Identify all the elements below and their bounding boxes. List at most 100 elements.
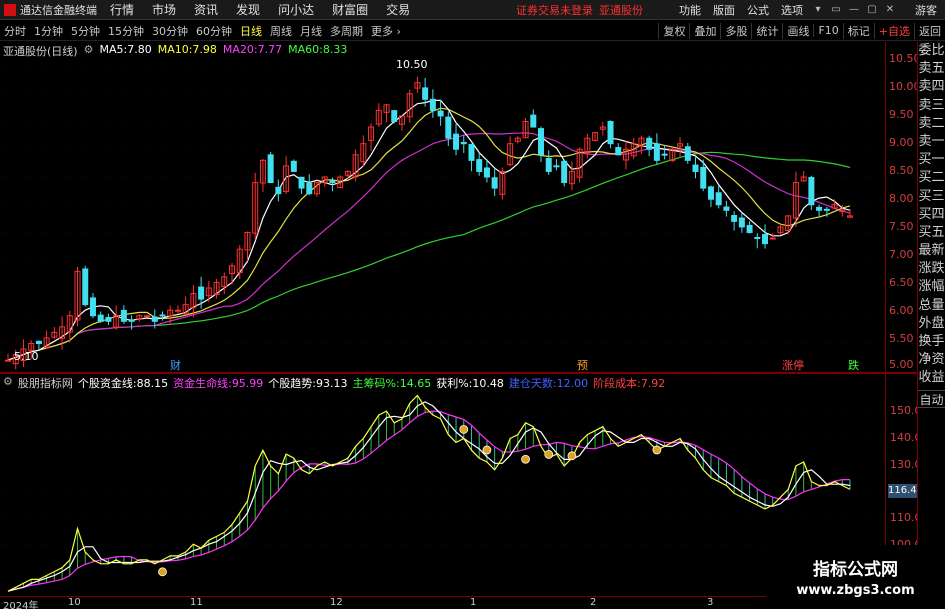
candle-down [429,98,436,111]
indicator-name: 股朋指标网 [17,377,73,390]
menu-right-item[interactable]: 公式 [741,2,775,18]
candle-down [545,158,552,172]
side-item[interactable]: 最新 [918,242,945,260]
side-item[interactable]: 卖二 [918,115,945,133]
price-label: 10.50 [889,52,921,65]
period-tab[interactable]: 分时 [0,23,30,39]
restore-icon[interactable]: ▭ [827,1,845,19]
candle-down [298,176,305,189]
indicator-chart[interactable] [0,374,885,596]
menu-right-item[interactable]: 选项 [775,2,809,18]
watermark-url: www.zbgs3.com [796,583,915,598]
side-item[interactable]: 涨幅 [918,278,945,296]
dropdown-icon[interactable]: ▾ [809,1,827,19]
toolbar-right-button[interactable]: F10 [813,24,842,37]
price-label: 5.50 [889,332,914,345]
toolbar-right-button[interactable]: 画线 [782,22,813,39]
ma60-value: 8.33 [322,43,348,56]
candle-down [561,160,568,184]
period-tab[interactable]: 月线 [296,23,326,39]
back-button[interactable]: 返回 [914,22,945,39]
side-item[interactable]: 收益 [918,369,945,387]
toolbar-right-button[interactable]: 复权 [658,22,689,39]
candle-down [762,234,769,245]
menu-right-item[interactable]: 功能 [673,2,707,18]
candle-down [460,141,467,145]
date-axis: 2024年 10 11 12 1 2 3 [0,596,885,609]
side-item[interactable]: 卖三 [918,97,945,115]
date-label: 1 [470,597,477,608]
candle-up [769,237,776,240]
money-bag-icon [459,424,469,434]
period-tab[interactable]: 周线 [266,23,296,39]
main-chart-legend: 亚通股份(日线) ⚙ MA5:7.80 MA10:7.98 MA20:7.77 … [3,43,347,59]
toolbar-right-button[interactable]: 叠加 [689,22,720,39]
toolbar-right-button[interactable]: 多股 [720,22,751,39]
candle-down [422,87,429,100]
side-item[interactable]: 换手 [918,333,945,351]
side-item[interactable]: 外盘 [918,315,945,333]
ma10-value: 7.98 [192,43,217,56]
side-item[interactable]: 卖五 [918,60,945,78]
menu-item[interactable]: 资讯 [185,1,227,18]
candle-down [491,177,498,189]
maximize-icon[interactable]: ▢ [863,1,881,19]
side-item[interactable]: 总量 [918,297,945,315]
period-tab-more[interactable]: 更多 › [367,23,405,39]
settings-icon[interactable]: ⚙ [3,375,13,391]
minimize-icon[interactable]: — [845,1,863,19]
toolbar-right-button[interactable]: 标记 [842,22,874,39]
toolbar-right-button[interactable]: 统计 [751,22,782,39]
side-item[interactable]: 买五 [918,224,945,242]
candle-down [692,164,699,172]
side-item[interactable]: 买三 [918,188,945,206]
candle-down [105,317,112,322]
auto-button[interactable]: 自动 [918,389,945,408]
side-item[interactable]: 买一 [918,151,945,169]
side-item[interactable]: 卖四 [918,78,945,96]
event-marker: 预 [577,359,588,372]
period-tab[interactable]: 5分钟 [67,23,104,39]
candle-down [453,133,460,150]
ind-item: 阶段成本:7.92 [593,375,665,391]
menu-item[interactable]: 市场 [143,1,185,18]
app-icon [4,3,16,16]
settings-icon[interactable]: ⚙ [84,43,94,59]
side-item[interactable]: 买四 [918,206,945,224]
candle-down [198,286,205,300]
money-bag-icon [521,454,530,464]
login-status[interactable]: 证券交易未登录 [516,2,593,18]
period-tab-active[interactable]: 日线 [236,23,266,39]
close-icon[interactable]: ✕ [881,1,899,19]
candle-down [97,314,104,322]
menu-item[interactable]: 发现 [227,1,269,18]
side-item[interactable]: 净资 [918,351,945,369]
price-label: 8.00 [889,192,914,205]
ind-value: 95.99 [231,377,264,390]
menu-right-item[interactable]: 版面 [707,2,741,18]
menu-item[interactable]: 行情 [101,1,143,18]
event-marker: 涨停 [782,358,804,372]
ind-value: 88.15 [136,377,169,390]
period-tab[interactable]: 1分钟 [30,23,67,39]
date-label: 12 [330,597,343,608]
menu-item[interactable]: 财富圈 [323,1,377,18]
ma10-label: MA10: [157,43,193,56]
candle-down [128,319,135,322]
ma20-legend: MA20:7.77 [223,43,282,59]
candle-down [684,146,691,161]
period-tab[interactable]: 60分钟 [192,23,236,39]
side-item[interactable]: 买二 [918,169,945,187]
period-tab[interactable]: 多周期 [326,23,367,39]
side-item[interactable]: 委比 [918,42,945,60]
menu-item[interactable]: 交易 [377,1,419,18]
side-item[interactable]: 涨跌 [918,260,945,278]
menu-item[interactable]: 问小达 [269,1,323,18]
side-item[interactable]: 卖一 [918,133,945,151]
period-tab[interactable]: 30分钟 [148,23,192,39]
add-watchlist-button[interactable]: +自选 [873,22,914,39]
candle-down [731,215,738,222]
candlestick-chart[interactable]: 10.50 5.10 财 预 涨停 跌 [0,42,885,372]
guest-label[interactable]: 游客 [899,2,945,18]
period-tab[interactable]: 15分钟 [104,23,148,39]
